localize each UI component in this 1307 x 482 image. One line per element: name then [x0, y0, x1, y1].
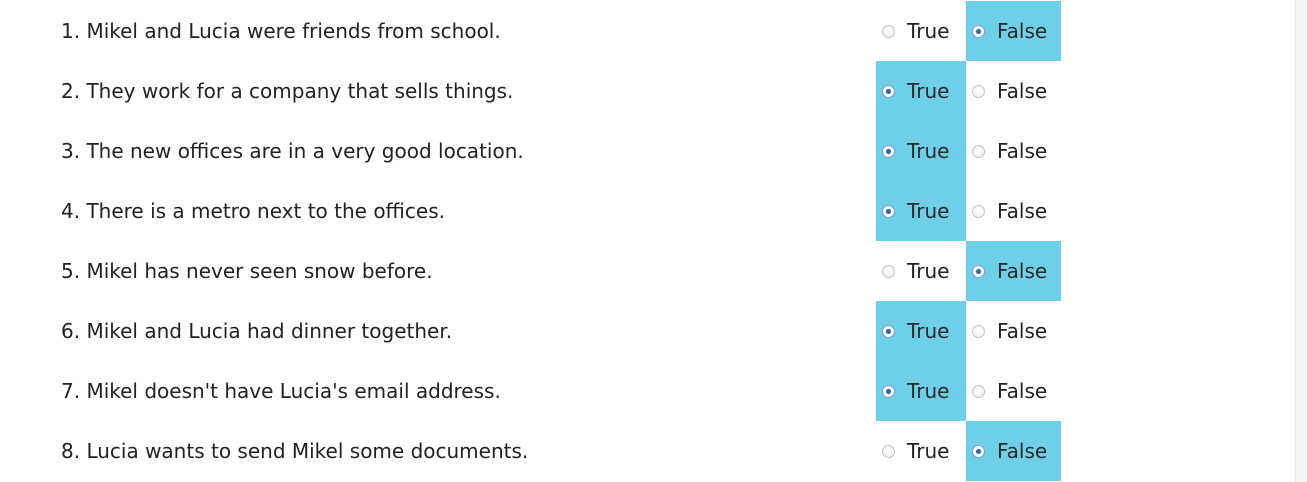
- true-option[interactable]: True: [876, 241, 966, 301]
- true-label: True: [907, 379, 950, 403]
- question-row: 2. They work for a company that sells th…: [0, 61, 1296, 121]
- true-radio[interactable]: [882, 264, 895, 278]
- question-text: 3. The new offices are in a very good lo…: [61, 139, 524, 163]
- question-text: 1. Mikel and Lucia were friends from sch…: [61, 19, 501, 43]
- true-label: True: [907, 139, 950, 163]
- true-radio[interactable]: [882, 24, 895, 38]
- true-option[interactable]: True: [876, 361, 966, 421]
- false-radio[interactable]: [972, 324, 985, 338]
- true-label: True: [907, 19, 950, 43]
- true-false-quiz: 1. Mikel and Lucia were friends from sch…: [0, 1, 1296, 481]
- question-row: 1. Mikel and Lucia were friends from sch…: [0, 1, 1296, 61]
- question-text: 6. Mikel and Lucia had dinner together.: [61, 319, 453, 343]
- true-label: True: [907, 199, 950, 223]
- true-option[interactable]: True: [876, 1, 966, 61]
- false-radio[interactable]: [972, 204, 985, 218]
- false-option[interactable]: False: [966, 181, 1061, 241]
- question-text: 5. Mikel has never seen snow before.: [61, 259, 433, 283]
- question-row: 8. Lucia wants to send Mikel some docume…: [0, 421, 1296, 481]
- false-option[interactable]: False: [966, 241, 1061, 301]
- false-radio[interactable]: [972, 264, 985, 278]
- question-row: 5. Mikel has never seen snow before. Tru…: [0, 241, 1296, 301]
- false-label: False: [997, 379, 1048, 403]
- true-option[interactable]: True: [876, 121, 966, 181]
- vertical-scrollbar[interactable]: [1295, 0, 1307, 482]
- true-label: True: [907, 439, 950, 463]
- false-label: False: [997, 199, 1048, 223]
- true-radio[interactable]: [882, 144, 895, 158]
- true-option[interactable]: True: [876, 61, 966, 121]
- question-text: 2. They work for a company that sells th…: [61, 79, 514, 103]
- false-radio[interactable]: [972, 84, 985, 98]
- true-radio[interactable]: [882, 84, 895, 98]
- true-radio[interactable]: [882, 204, 895, 218]
- false-option[interactable]: False: [966, 1, 1061, 61]
- true-radio[interactable]: [882, 384, 895, 398]
- question-row: 6. Mikel and Lucia had dinner together. …: [0, 301, 1296, 361]
- false-option[interactable]: False: [966, 421, 1061, 481]
- true-option[interactable]: True: [876, 181, 966, 241]
- false-option[interactable]: False: [966, 61, 1061, 121]
- false-option[interactable]: False: [966, 121, 1061, 181]
- false-radio[interactable]: [972, 444, 985, 458]
- true-radio[interactable]: [882, 444, 895, 458]
- false-radio[interactable]: [972, 384, 985, 398]
- question-row: 4. There is a metro next to the offices.…: [0, 181, 1296, 241]
- false-label: False: [997, 319, 1048, 343]
- true-radio[interactable]: [882, 324, 895, 338]
- false-option[interactable]: False: [966, 361, 1061, 421]
- false-label: False: [997, 139, 1048, 163]
- false-option[interactable]: False: [966, 301, 1061, 361]
- question-row: 7. Mikel doesn't have Lucia's email addr…: [0, 361, 1296, 421]
- true-option[interactable]: True: [876, 421, 966, 481]
- false-radio[interactable]: [972, 24, 985, 38]
- true-label: True: [907, 259, 950, 283]
- false-label: False: [997, 259, 1048, 283]
- true-option[interactable]: True: [876, 301, 966, 361]
- true-label: True: [907, 319, 950, 343]
- false-label: False: [997, 439, 1048, 463]
- question-text: 7. Mikel doesn't have Lucia's email addr…: [61, 379, 501, 403]
- question-text: 4. There is a metro next to the offices.: [61, 199, 445, 223]
- false-radio[interactable]: [972, 144, 985, 158]
- question-row: 3. The new offices are in a very good lo…: [0, 121, 1296, 181]
- true-label: True: [907, 79, 950, 103]
- false-label: False: [997, 19, 1048, 43]
- false-label: False: [997, 79, 1048, 103]
- question-text: 8. Lucia wants to send Mikel some docume…: [61, 439, 529, 463]
